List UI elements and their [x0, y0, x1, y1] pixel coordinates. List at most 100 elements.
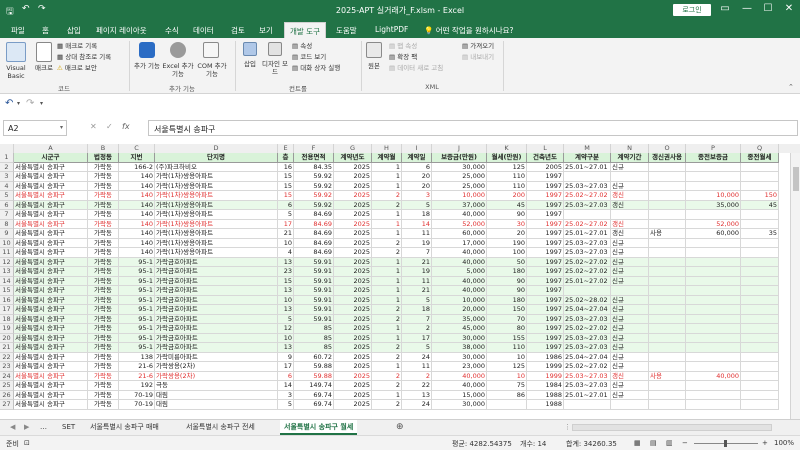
cell[interactable]: 30,000 — [432, 352, 487, 362]
row-header[interactable]: 5 — [0, 191, 14, 201]
cell[interactable]: 40,000 — [432, 276, 487, 286]
cell[interactable]: 40,000 — [432, 381, 487, 391]
cell[interactable]: 1 — [372, 219, 402, 229]
name-box-dropdown-icon[interactable]: ▾ — [60, 124, 63, 131]
cell[interactable]: 30 — [487, 219, 527, 229]
cell[interactable]: 2 — [372, 381, 402, 391]
tab-file[interactable]: 파일 — [11, 25, 25, 36]
cell[interactable]: 서울특별시 송파구 — [14, 210, 88, 220]
cell[interactable]: 2025 — [334, 352, 372, 362]
cell[interactable] — [564, 400, 611, 410]
cell[interactable]: 84.35 — [294, 162, 334, 172]
cell[interactable]: 2 — [372, 352, 402, 362]
cell[interactable]: 59.92 — [294, 191, 334, 201]
tab-page-layout[interactable]: 페이지 레이아웃 — [96, 25, 147, 36]
column-title-cell[interactable]: 계약월 — [372, 153, 402, 163]
xml-source-button[interactable]: 원본 — [362, 62, 386, 70]
cell[interactable]: 69.74 — [294, 390, 334, 400]
cell[interactable]: 1 — [372, 390, 402, 400]
cell[interactable]: 90 — [487, 210, 527, 220]
cell[interactable]: 52,000 — [686, 219, 741, 229]
cell[interactable]: 35,000 — [432, 314, 487, 324]
zoom-out-icon[interactable]: − — [682, 439, 688, 447]
prev-sheet-icon[interactable]: ◀ — [6, 420, 19, 435]
cell[interactable]: 가락동 — [88, 276, 119, 286]
cell[interactable]: 25.03~27.03 — [564, 333, 611, 343]
com-addin-button[interactable]: COM 추가 기능 — [194, 62, 230, 78]
cell[interactable]: 신규 — [611, 381, 649, 391]
cell[interactable]: 갱신 — [611, 200, 649, 210]
cell[interactable] — [649, 305, 686, 315]
cell[interactable]: 가락금호아파트 — [155, 286, 278, 296]
column-header[interactable]: C — [119, 144, 155, 153]
cell[interactable]: 1986 — [527, 352, 564, 362]
cell[interactable] — [649, 238, 686, 248]
cell[interactable]: 100 — [487, 248, 527, 258]
cell[interactable]: 23 — [278, 267, 294, 277]
cell[interactable]: 1 — [372, 324, 402, 334]
cell[interactable]: 140 — [119, 181, 155, 191]
row-header[interactable]: 3 — [0, 172, 14, 182]
customize-toolbar-icon[interactable]: ▾ — [40, 100, 43, 107]
cell[interactable]: 25.03~27.03 — [564, 314, 611, 324]
cell[interactable]: 95-1 — [119, 276, 155, 286]
cell[interactable]: 4 — [278, 248, 294, 258]
cell[interactable]: 1 — [372, 172, 402, 182]
cell[interactable]: 가락동 — [88, 400, 119, 410]
cell[interactable]: 가락금호아파트 — [155, 257, 278, 267]
macro-button[interactable]: 매크로 — [30, 64, 58, 72]
cell[interactable]: 19 — [402, 238, 432, 248]
minimize-icon[interactable]: — — [738, 3, 756, 14]
cell[interactable]: 25.04~27.04 — [564, 352, 611, 362]
column-header[interactable]: I — [402, 144, 432, 153]
cell[interactable]: 84.69 — [294, 229, 334, 239]
cell[interactable]: 40,000 — [432, 371, 487, 381]
cell[interactable]: 10 — [278, 295, 294, 305]
cell[interactable]: 84.69 — [294, 238, 334, 248]
cell[interactable]: 1997 — [527, 248, 564, 258]
select-all-corner[interactable] — [0, 144, 14, 153]
column-title-cell[interactable]: 전용면적 — [294, 153, 334, 163]
horizontal-scrollbar[interactable] — [572, 424, 772, 431]
cell[interactable]: 13 — [278, 286, 294, 296]
cell[interactable]: 1 — [372, 229, 402, 239]
cell[interactable]: 사용 — [649, 371, 686, 381]
cell[interactable] — [649, 333, 686, 343]
cell[interactable]: 190 — [487, 238, 527, 248]
row-header[interactable]: 13 — [0, 267, 14, 277]
cell[interactable]: 84.69 — [294, 248, 334, 258]
cell[interactable]: 2025 — [334, 371, 372, 381]
cell[interactable]: 1988 — [527, 400, 564, 410]
cell[interactable]: 가락금호아파트 — [155, 305, 278, 315]
cell[interactable]: 가락동 — [88, 162, 119, 172]
cell[interactable]: 대림 — [155, 400, 278, 410]
cell[interactable] — [686, 238, 741, 248]
cell[interactable]: 2 — [402, 324, 432, 334]
cell[interactable]: 5 — [278, 314, 294, 324]
cell[interactable] — [686, 276, 741, 286]
cell[interactable]: 25,000 — [432, 181, 487, 191]
tab-formulas[interactable]: 수식 — [165, 25, 179, 36]
cell[interactable] — [741, 210, 779, 220]
cell[interactable]: 1997 — [527, 191, 564, 201]
cell[interactable]: 신규 — [611, 257, 649, 267]
relative-ref-button[interactable]: ▦ 상대 참조로 기록 — [57, 53, 111, 61]
import-button[interactable]: ▤ 가져오기 — [462, 42, 494, 50]
cell[interactable] — [649, 219, 686, 229]
row-header[interactable]: 26 — [0, 390, 14, 400]
cell[interactable]: 서울특별시 송파구 — [14, 229, 88, 239]
cell[interactable]: 20,000 — [432, 305, 487, 315]
cell[interactable]: 가락(1차)쌍용아파트 — [155, 229, 278, 239]
cell[interactable]: 95-1 — [119, 286, 155, 296]
cell[interactable]: 59.91 — [294, 267, 334, 277]
cell[interactable]: 59.88 — [294, 362, 334, 372]
cell[interactable] — [686, 381, 741, 391]
cell[interactable]: 서울특별시 송파구 — [14, 276, 88, 286]
cell[interactable]: 1 — [372, 267, 402, 277]
cell[interactable]: 16 — [278, 162, 294, 172]
cell[interactable]: 가락동 — [88, 267, 119, 277]
cell[interactable]: 서울특별시 송파구 — [14, 343, 88, 353]
cell[interactable]: 2 — [372, 343, 402, 353]
cell[interactable]: 2 — [402, 371, 432, 381]
cell[interactable] — [686, 257, 741, 267]
